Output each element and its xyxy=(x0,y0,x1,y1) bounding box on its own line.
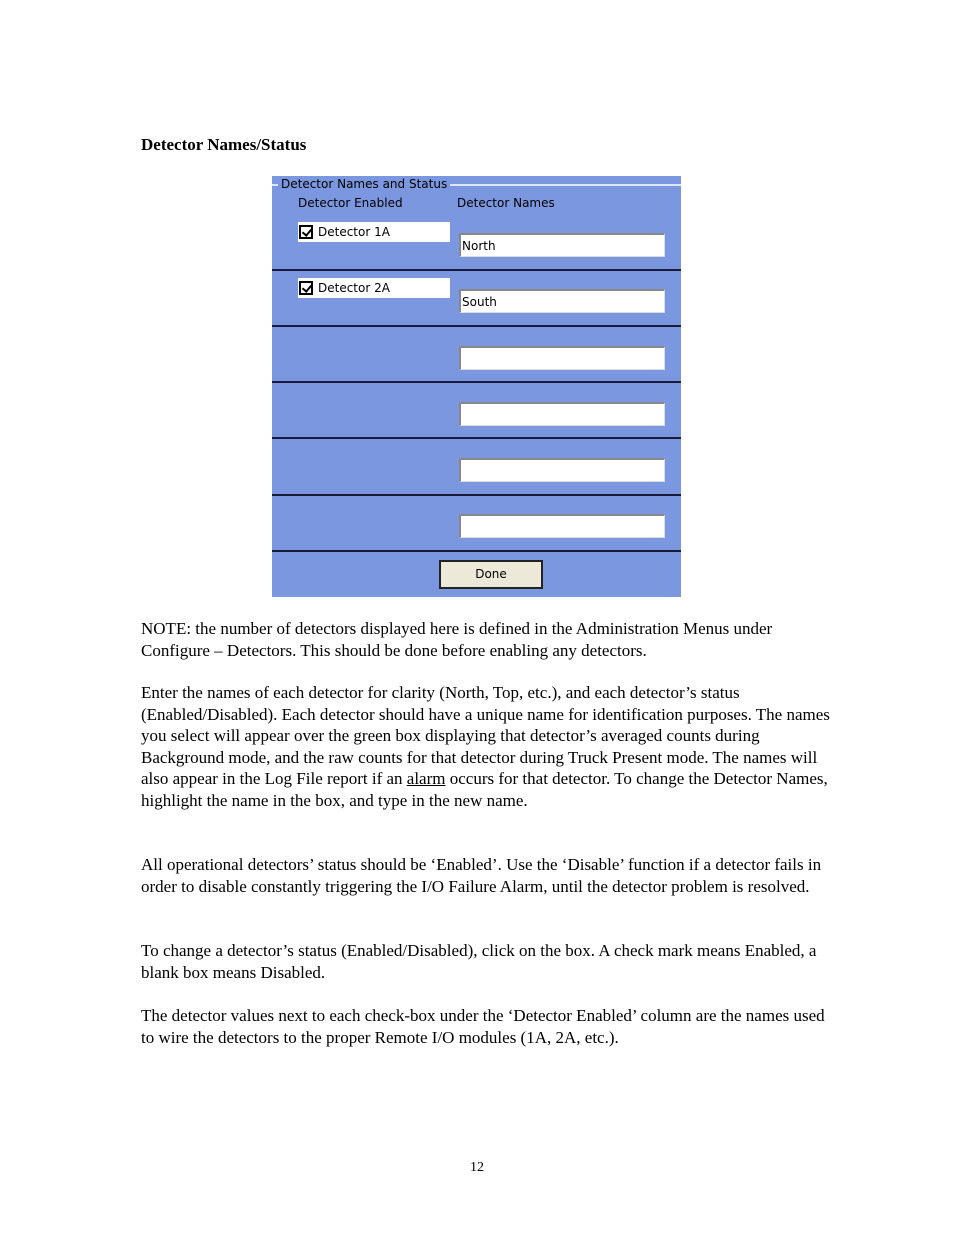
page-number: 12 xyxy=(470,1160,484,1175)
row-divider xyxy=(272,381,681,383)
row-divider xyxy=(272,437,681,439)
checkbox-label: Detector 2A xyxy=(318,281,390,295)
detector-name-input-4[interactable] xyxy=(459,402,665,426)
checkbox-label: Detector 1A xyxy=(318,225,390,239)
detector-name-input-2[interactable]: South xyxy=(459,289,665,313)
names-paragraph: Enter the names of each detector for cla… xyxy=(141,682,831,812)
done-button[interactable]: Done xyxy=(439,560,543,589)
detector-name-input-1[interactable]: North xyxy=(459,233,665,257)
detector-name-input-3[interactable] xyxy=(459,346,665,370)
row-divider xyxy=(272,550,681,552)
note-paragraph: NOTE: the number of detectors displayed … xyxy=(141,619,773,660)
detector-names-dialog: Detector Names and Status Detector Enabl… xyxy=(272,176,681,597)
detector-name-input-5[interactable] xyxy=(459,458,665,482)
detector-2a-checkbox[interactable]: Detector 2A xyxy=(298,278,450,298)
document-page: Detector Names/Status Detector Names and… xyxy=(0,0,954,1235)
detector-1a-checkbox[interactable]: Detector 1A xyxy=(298,222,450,242)
column-header-enabled: Detector Enabled xyxy=(298,196,403,210)
wiring-paragraph: The detector values next to each check-b… xyxy=(141,1006,825,1047)
group-title: Detector Names and Status xyxy=(278,177,451,191)
row-divider xyxy=(272,494,681,496)
section-heading: Detector Names/Status xyxy=(141,135,307,154)
checkbox-paragraph: To change a detector’s status (Enabled/D… xyxy=(141,941,817,982)
row-divider xyxy=(272,269,681,271)
status-paragraph: All operational detectors’ status should… xyxy=(141,855,822,896)
alarm-link[interactable]: alarm xyxy=(407,769,446,788)
detector-name-input-6[interactable] xyxy=(459,514,665,538)
checkmark-icon xyxy=(299,225,313,239)
checkmark-icon xyxy=(299,281,313,295)
column-header-names: Detector Names xyxy=(457,196,555,210)
row-divider xyxy=(272,325,681,327)
